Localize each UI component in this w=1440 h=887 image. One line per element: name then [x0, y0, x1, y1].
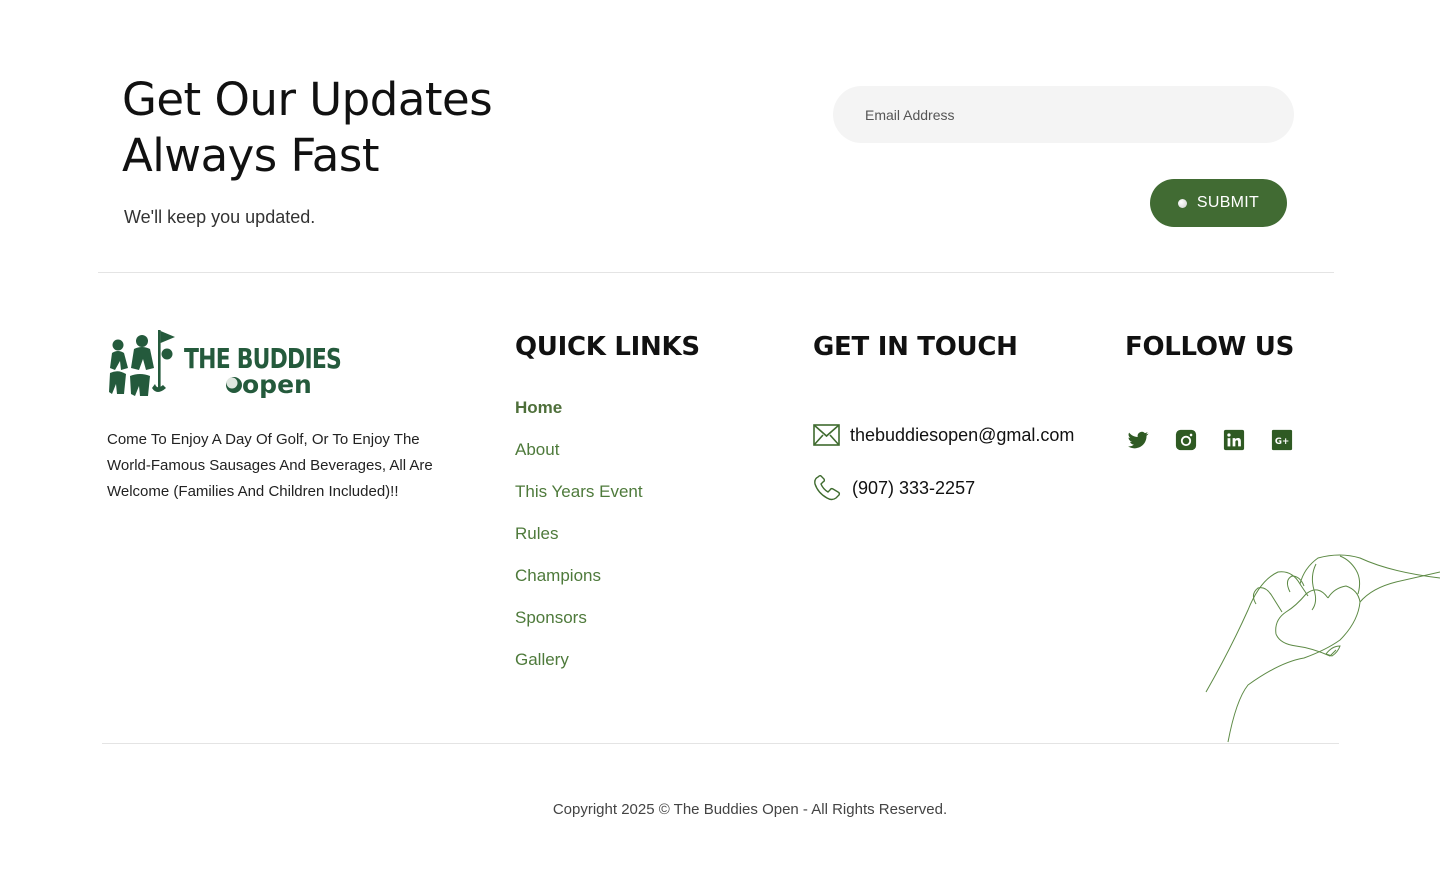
quick-link-gallery[interactable]: Gallery	[515, 646, 569, 674]
contact-email-link[interactable]: thebuddiesopen@gmal.com	[850, 425, 1074, 446]
svg-text:G+: G+	[1275, 437, 1289, 447]
quick-link-sponsors[interactable]: Sponsors	[515, 604, 587, 632]
heart-hands-illustration	[1205, 554, 1440, 743]
google-plus-link[interactable]: G+	[1271, 429, 1293, 451]
quick-links-heading: QUICK LINKS	[515, 332, 700, 362]
quick-link-about[interactable]: About	[515, 436, 559, 464]
submit-button-label: SUBMIT	[1196, 194, 1260, 211]
golf-ball-icon	[1177, 198, 1187, 208]
about-description: Come To Enjoy A Day Of Golf, Or To Enjoy…	[107, 431, 433, 500]
contact-phone-row: (907) 333-2257	[813, 475, 975, 502]
quick-link-item: Rules	[515, 520, 643, 562]
newsletter-subtitle: We'll keep you updated.	[124, 207, 316, 227]
twitter-link[interactable]	[1127, 429, 1149, 451]
linkedin-icon	[1223, 429, 1245, 451]
google-plus-icon: G+	[1271, 429, 1293, 451]
contact-email-row: thebuddiesopen@gmal.com	[813, 424, 1074, 446]
quick-link-item: Champions	[515, 562, 643, 604]
newsletter-title-line1: Get Our Updates	[122, 73, 493, 126]
get-in-touch-heading: GET IN TOUCH	[813, 332, 1018, 362]
quick-link-item: This Years Event	[515, 478, 643, 520]
quick-links-list: Home About This Years Event Rules Champi…	[515, 394, 643, 688]
mail-icon	[813, 424, 840, 446]
instagram-icon	[1175, 429, 1197, 451]
site-logo[interactable]: THE BUDDIES open	[108, 328, 344, 400]
quick-link-this-years-event[interactable]: This Years Event	[515, 478, 643, 506]
follow-us-heading: FOLLOW US	[1125, 332, 1295, 362]
quick-link-champions[interactable]: Champions	[515, 562, 601, 590]
quick-link-rules[interactable]: Rules	[515, 520, 558, 548]
section-divider-top	[98, 272, 1334, 273]
newsletter-title: Get Our Updates Always Fast	[122, 72, 642, 184]
newsletter-title-line2: Always Fast	[122, 129, 379, 182]
twitter-icon	[1127, 431, 1149, 449]
logo-line2: open	[242, 370, 312, 399]
submit-button[interactable]: SUBMIT	[1150, 179, 1287, 227]
phone-icon	[814, 475, 841, 501]
copyright-text: Copyright 2025 © The Buddies Open - All …	[552, 801, 948, 818]
email-field[interactable]	[833, 86, 1294, 143]
golf-buddies-logo-icon: THE BUDDIES open	[109, 330, 342, 399]
quick-link-item: Home	[515, 394, 643, 436]
instagram-link[interactable]	[1175, 429, 1197, 451]
quick-link-item: Sponsors	[515, 604, 643, 646]
section-divider-bottom	[102, 743, 1339, 744]
quick-link-home[interactable]: Home	[515, 394, 562, 422]
social-links: G+	[1127, 429, 1293, 451]
quick-link-item: About	[515, 436, 643, 478]
contact-phone-link[interactable]: (907) 333-2257	[852, 478, 975, 499]
linkedin-link[interactable]	[1223, 429, 1245, 451]
quick-link-item: Gallery	[515, 646, 643, 688]
